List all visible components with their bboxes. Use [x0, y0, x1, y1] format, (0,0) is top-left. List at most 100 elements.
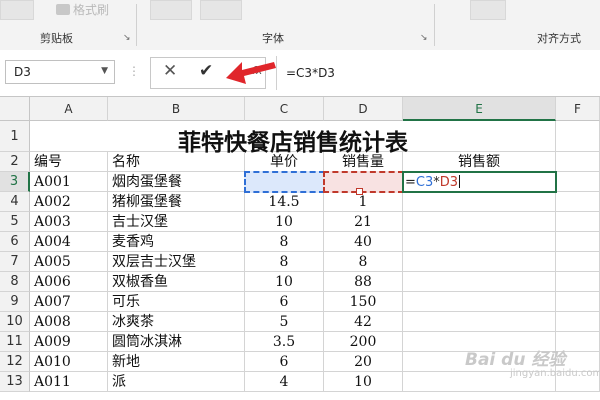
chevron-down-icon[interactable]: ▼	[101, 66, 108, 76]
cell[interactable]	[556, 212, 600, 232]
cell[interactable]	[556, 152, 600, 172]
cell-sales[interactable]	[403, 252, 556, 272]
row-header[interactable]: 2	[0, 152, 30, 172]
row-header[interactable]: 10	[0, 312, 30, 332]
cell-price[interactable]: 6	[245, 352, 324, 372]
cell-name[interactable]: 双层吉士汉堡	[108, 252, 245, 272]
format-painter-button[interactable]: 格式刷	[56, 1, 109, 18]
column-header-d[interactable]: D	[324, 97, 403, 121]
column-header-e[interactable]: E	[403, 97, 556, 121]
cell[interactable]	[556, 232, 600, 252]
cell-name[interactable]: 冰爽茶	[108, 312, 245, 332]
cell-sales[interactable]	[403, 232, 556, 252]
group-label-font: 字体	[262, 32, 284, 45]
row-header[interactable]: 13	[0, 372, 30, 392]
row-header[interactable]: 5	[0, 212, 30, 232]
cell-sales[interactable]	[403, 292, 556, 312]
column-header-b[interactable]: B	[108, 97, 245, 121]
cell-price[interactable]: 6	[245, 292, 324, 312]
cell-sales[interactable]	[403, 312, 556, 332]
row-header[interactable]: 8	[0, 272, 30, 292]
cancel-button[interactable]: ✕	[163, 61, 177, 81]
row-header[interactable]: 1	[0, 121, 30, 152]
cell-name[interactable]: 可乐	[108, 292, 245, 312]
name-box[interactable]: D3 ▼	[5, 60, 115, 84]
cell-qty[interactable]: 20	[324, 352, 403, 372]
cell-price[interactable]: 10	[245, 212, 324, 232]
cell-name[interactable]: 烟肉蛋堡餐	[108, 172, 245, 192]
cell[interactable]	[556, 272, 600, 292]
cell-price[interactable]: 14.5	[245, 192, 324, 212]
cell-id[interactable]: A011	[30, 372, 108, 392]
cell-id[interactable]: A005	[30, 252, 108, 272]
ribbon-faded-button[interactable]	[150, 0, 192, 20]
cell-id[interactable]: A002	[30, 192, 108, 212]
cell-price[interactable]: 5	[245, 312, 324, 332]
cell-qty[interactable]: 1	[324, 192, 403, 212]
clipboard-launcher-icon[interactable]: ↘	[123, 34, 131, 43]
ribbon-faded-button[interactable]	[0, 0, 34, 20]
cell-id[interactable]: A004	[30, 232, 108, 252]
cell-id[interactable]: A003	[30, 212, 108, 232]
cell-name[interactable]: 猪柳蛋堡餐	[108, 192, 245, 212]
cell-price[interactable]: 3.5	[245, 332, 324, 352]
cell-sales[interactable]	[403, 212, 556, 232]
row-header[interactable]: 6	[0, 232, 30, 252]
row-header[interactable]: 12	[0, 352, 30, 372]
column-header-c[interactable]: C	[245, 97, 324, 121]
cell-name[interactable]: 新地	[108, 352, 245, 372]
active-cell-e3[interactable]: =C3*D3	[402, 171, 557, 193]
header-cell-price[interactable]: 单价	[245, 152, 324, 172]
column-header-a[interactable]: A	[30, 97, 108, 121]
cell-price[interactable]: 8	[245, 232, 324, 252]
cell-id[interactable]: A007	[30, 292, 108, 312]
cell-qty[interactable]: 200	[324, 332, 403, 352]
cell-name[interactable]: 双椒香鱼	[108, 272, 245, 292]
cell-sales[interactable]	[403, 272, 556, 292]
cell-qty[interactable]: 40	[324, 232, 403, 252]
cell-price[interactable]: 4	[245, 372, 324, 392]
row-header[interactable]: 4	[0, 192, 30, 212]
row-header[interactable]: 9	[0, 292, 30, 312]
font-launcher-icon[interactable]: ↘	[420, 34, 428, 43]
ribbon-faded-button[interactable]	[200, 0, 242, 20]
cell-qty[interactable]: 10	[324, 372, 403, 392]
cell-name[interactable]: 吉士汉堡	[108, 212, 245, 232]
row-header[interactable]: 7	[0, 252, 30, 272]
cell-qty[interactable]: 88	[324, 272, 403, 292]
cell[interactable]	[556, 192, 600, 212]
fill-handle[interactable]	[356, 188, 363, 195]
cell[interactable]	[556, 312, 600, 332]
cell-qty[interactable]: 42	[324, 312, 403, 332]
cell-id[interactable]: A006	[30, 272, 108, 292]
cell[interactable]	[556, 292, 600, 312]
select-all-corner[interactable]	[0, 97, 30, 121]
name-box-value: D3	[14, 65, 31, 79]
formula-input[interactable]: =C3*D3	[286, 66, 335, 80]
cell-price[interactable]: 8	[245, 252, 324, 272]
cell[interactable]	[556, 121, 600, 152]
column-header-f[interactable]: F	[556, 97, 600, 121]
header-cell-name[interactable]: 名称	[108, 152, 245, 172]
cell-qty[interactable]: 8	[324, 252, 403, 272]
cell-id[interactable]: A010	[30, 352, 108, 372]
header-cell-qty[interactable]: 销售量	[324, 152, 403, 172]
cell-id[interactable]: A008	[30, 312, 108, 332]
cell-name[interactable]: 麦香鸡	[108, 232, 245, 252]
ribbon-faded-button[interactable]	[470, 0, 506, 20]
header-cell-sales[interactable]: 销售额	[403, 152, 556, 172]
cell[interactable]	[556, 172, 600, 192]
row-header[interactable]: 3	[0, 172, 30, 192]
cell-name[interactable]: 派	[108, 372, 245, 392]
cell-id[interactable]: A001	[30, 172, 108, 192]
cell-qty[interactable]: 150	[324, 292, 403, 312]
cell-name[interactable]: 圆筒冰淇淋	[108, 332, 245, 352]
row-header[interactable]: 11	[0, 332, 30, 352]
cell-price[interactable]: 10	[245, 272, 324, 292]
header-cell-id[interactable]: 编号	[30, 152, 108, 172]
enter-button[interactable]: ✔	[199, 61, 213, 81]
cell-id[interactable]: A009	[30, 332, 108, 352]
cell[interactable]	[556, 252, 600, 272]
cell-qty[interactable]: 21	[324, 212, 403, 232]
cell-sales[interactable]	[403, 192, 556, 212]
